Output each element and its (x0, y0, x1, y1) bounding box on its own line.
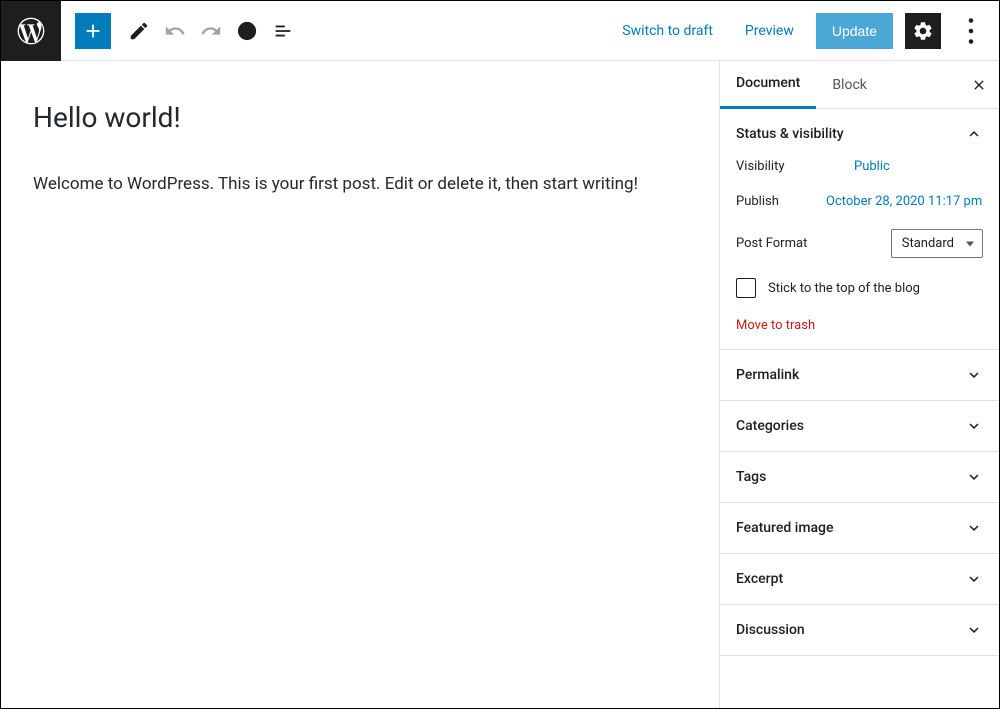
chevron-down-icon (965, 417, 983, 435)
chevron-down-icon (965, 621, 983, 639)
edit-icon[interactable] (121, 13, 157, 49)
post-format-select[interactable]: Standard (891, 229, 983, 258)
panel-title: Excerpt (736, 571, 783, 587)
panel-tags[interactable]: Tags (720, 452, 999, 502)
panel-excerpt[interactable]: Excerpt (720, 554, 999, 604)
panel-title: Discussion (736, 622, 805, 638)
sticky-checkbox[interactable] (736, 278, 756, 298)
publish-label: Publish (736, 194, 826, 209)
panel-permalink[interactable]: Permalink (720, 350, 999, 400)
panel-featured-image[interactable]: Featured image (720, 503, 999, 553)
preview-button[interactable]: Preview (735, 15, 804, 47)
panel-categories[interactable]: Categories (720, 401, 999, 451)
outline-button[interactable] (265, 13, 301, 49)
chevron-down-icon (965, 519, 983, 537)
redo-button[interactable] (193, 13, 229, 49)
chevron-down-icon (965, 366, 983, 384)
panel-title: Permalink (736, 367, 799, 383)
sticky-label: Stick to the top of the blog (768, 281, 920, 296)
settings-button[interactable] (905, 13, 941, 49)
panel-title: Featured image (736, 520, 834, 536)
tab-document[interactable]: Document (720, 61, 816, 109)
info-button[interactable] (229, 13, 265, 49)
visibility-label: Visibility (736, 159, 826, 174)
post-format-label: Post Format (736, 236, 826, 251)
post-title[interactable]: Hello world! (33, 101, 687, 134)
tab-block[interactable]: Block (816, 61, 883, 109)
post-content[interactable]: Welcome to WordPress. This is your first… (33, 172, 687, 198)
panel-title: Status & visibility (736, 126, 844, 142)
chevron-down-icon (965, 468, 983, 486)
chevron-up-icon (965, 125, 983, 143)
update-button[interactable]: Update (816, 13, 893, 49)
move-to-trash-button[interactable]: Move to trash (736, 318, 983, 333)
switch-to-draft-button[interactable]: Switch to draft (612, 15, 723, 47)
settings-sidebar: Document Block Status & visibility Visib… (719, 61, 999, 708)
visibility-value[interactable]: Public (854, 159, 890, 174)
editor-canvas[interactable]: Hello world! Welcome to WordPress. This … (1, 61, 719, 708)
panel-discussion[interactable]: Discussion (720, 605, 999, 655)
publish-value[interactable]: October 28, 2020 11:17 pm (826, 194, 982, 209)
more-options-button[interactable] (953, 13, 989, 49)
undo-button[interactable] (157, 13, 193, 49)
panel-status-visibility: Status & visibility Visibility Public Pu… (720, 109, 999, 350)
panel-title: Categories (736, 418, 804, 434)
close-sidebar-button[interactable] (959, 77, 999, 93)
panel-status-header[interactable]: Status & visibility (720, 109, 999, 159)
chevron-down-icon (965, 570, 983, 588)
wordpress-logo[interactable] (1, 1, 61, 61)
panel-title: Tags (736, 469, 766, 485)
add-block-button[interactable] (75, 13, 111, 49)
